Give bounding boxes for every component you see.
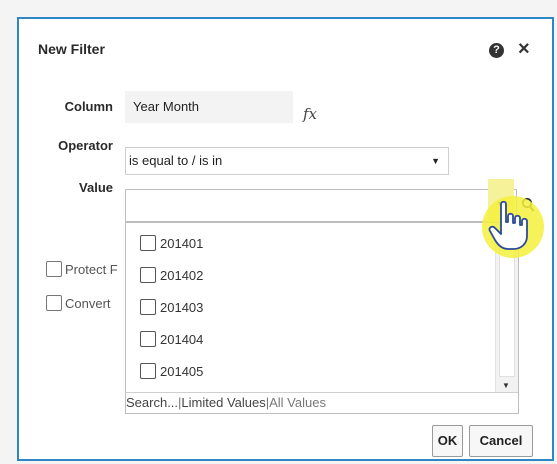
operator-select[interactable]: is equal to / is in ▼ [125,147,449,175]
ok-button[interactable]: OK [432,425,463,457]
list-item[interactable]: 201401 [140,235,203,251]
chevron-down-icon: ▼ [431,156,440,166]
list-item[interactable]: 201405 [140,363,203,379]
hand-pointer-cursor-icon [488,200,528,250]
limited-values-link[interactable]: Limited Values [181,395,265,410]
list-item[interactable]: 201403 [140,299,203,315]
value-label: Value [79,180,113,195]
protect-filter-checkbox-row[interactable]: Protect F [46,261,118,277]
option-checkbox[interactable] [140,331,156,347]
column-value: Year Month [125,91,293,123]
operator-label: Operator [58,138,113,153]
protect-filter-label: Protect F [65,262,118,277]
search-link[interactable]: Search... [126,395,178,410]
convert-checkbox-row[interactable]: Convert [46,295,111,311]
all-values-link[interactable]: All Values [269,395,326,410]
option-checkbox[interactable] [140,299,156,315]
protect-filter-checkbox[interactable] [46,261,62,277]
column-label: Column [64,99,113,114]
value-options: 201401 201402 201403 201404 201405 20140… [126,223,498,395]
convert-checkbox[interactable] [46,295,62,311]
option-checkbox[interactable] [140,267,156,283]
option-checkbox[interactable] [140,235,156,251]
scroll-down-arrow-icon[interactable]: ▼ [502,381,510,390]
help-icon[interactable]: ? [489,43,504,58]
new-filter-dialog: New Filter ? × Column Year Month fx Oper… [17,17,554,461]
option-checkbox[interactable] [140,363,156,379]
operator-selected-value: is equal to / is in [129,153,223,168]
dialog-title: New Filter [38,41,105,57]
list-item[interactable]: 201402 [140,267,203,283]
cancel-button[interactable]: Cancel [469,425,533,457]
list-item[interactable]: 201404 [140,331,203,347]
dropdown-footer: Search...|Limited Values|All Values [126,392,518,413]
close-icon[interactable]: × [518,38,530,61]
value-input[interactable] [125,189,517,222]
formula-fx-icon[interactable]: fx [303,105,317,123]
convert-label: Convert [65,296,111,311]
value-dropdown-list: 201401 201402 201403 201404 201405 20140… [125,222,519,414]
